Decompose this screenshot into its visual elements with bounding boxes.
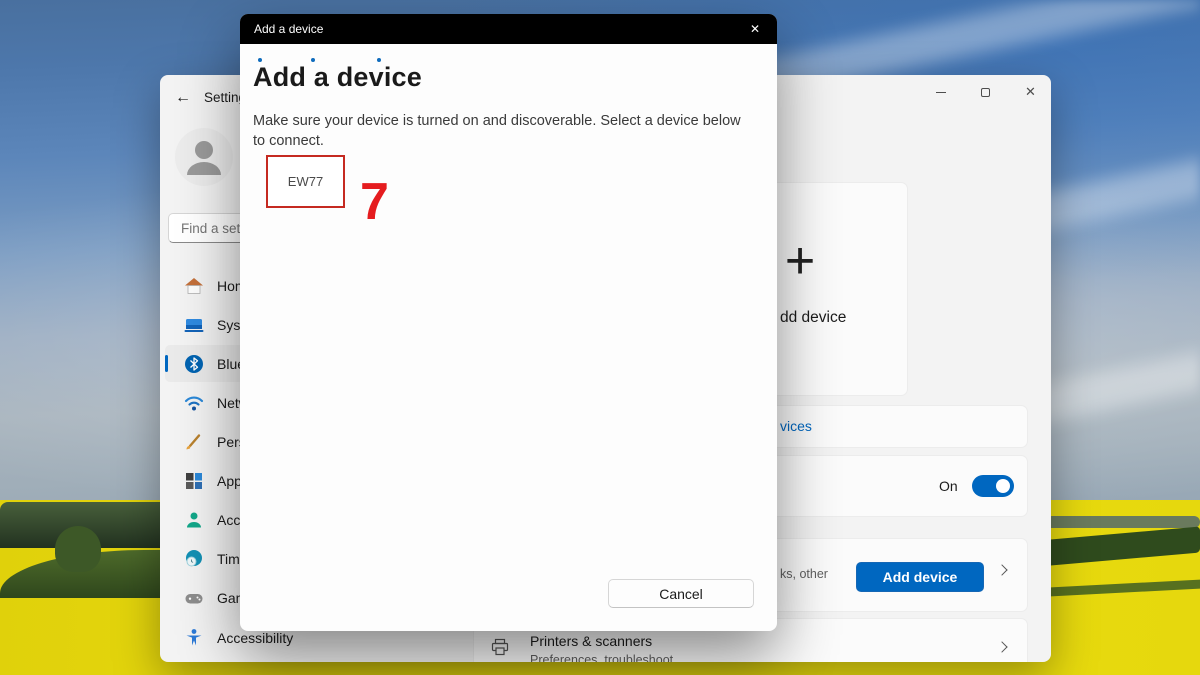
plus-icon: + [784,232,816,290]
small-tree [55,526,101,572]
toggle-knob [996,479,1010,493]
minimize-button[interactable] [918,77,963,107]
add-device-button[interactable]: Add device [856,562,984,592]
bluetooth-icon [185,354,203,373]
paintbrush-icon [186,433,201,449]
maximize-icon [981,87,990,97]
back-button[interactable]: ← [170,86,196,110]
view-more-devices-link[interactable]: vices [780,418,812,434]
maximize-button[interactable] [963,77,1008,107]
close-button[interactable]: ✕ [1008,77,1051,107]
user-avatar[interactable] [175,128,233,186]
close-icon: ✕ [1025,84,1036,99]
chevron-right-icon [996,641,1008,653]
home-icon [185,277,203,294]
printer-icon [491,638,509,656]
dialog-titlebar: Add a device [240,14,777,44]
devices-row-description: ks, other [780,567,828,581]
wifi-icon [184,396,204,410]
dialog-close-button[interactable]: ✕ [733,14,777,44]
gamepad-icon [185,593,203,603]
device-item-ew77[interactable]: EW77 [266,155,345,208]
back-icon: ← [175,89,191,106]
dialog-title: Add a device [254,22,324,36]
cancel-button[interactable]: Cancel [608,579,754,608]
apps-icon [186,472,202,489]
printers-title: Printers & scanners [530,633,653,649]
window-controls: ✕ [918,77,1051,107]
dialog-description: Make sure your device is turned on and d… [253,113,741,149]
close-icon: ✕ [749,22,761,36]
chevron-right-icon [996,564,1008,576]
add-device-tile-label: dd device [780,309,847,326]
add-device-dialog: Add a device ✕ Add a device Make sure yo… [240,14,777,631]
sidebar-item-label: App [217,472,242,489]
sidebar-item-label: Accessibility [217,629,294,646]
printers-subtitle: Preferences, troubleshoot [530,653,674,662]
toggle-state-label: On [939,478,958,494]
device-name: EW77 [287,174,324,189]
person-icon [187,141,221,175]
dialog-heading: Add a device [253,62,422,92]
annotation-number: 7 [360,173,389,231]
clock-icon [186,549,202,566]
distant-hills [1038,516,1200,528]
bluetooth-toggle[interactable] [972,475,1014,497]
account-icon [187,512,201,527]
accessibility-icon [186,628,202,645]
green-field-band [1028,526,1200,568]
screen: ✕ ← Setting Hom Syst [0,0,1200,675]
green-field-stripe [1032,579,1200,598]
system-icon [184,318,204,332]
minimize-icon [935,91,946,93]
